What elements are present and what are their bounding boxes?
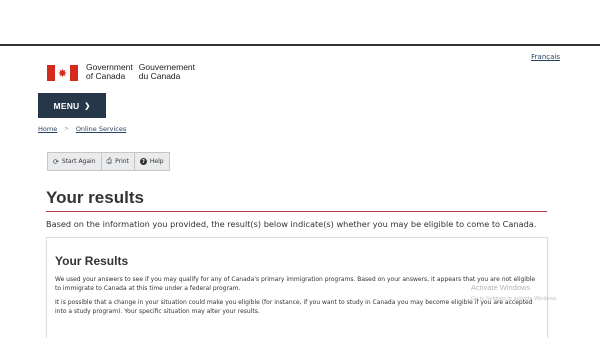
print-button[interactable]: ⎙ Print xyxy=(100,152,135,171)
language-toggle-link[interactable]: Français xyxy=(531,53,560,61)
menu-label: MENU xyxy=(53,100,80,111)
breadcrumb-separator: > xyxy=(64,126,69,132)
brand-english: Government of Canada xyxy=(86,62,133,81)
refresh-icon: ⟳ xyxy=(53,157,59,166)
brand-french: Gouvernement du Canada xyxy=(138,62,196,81)
breadcrumb-home[interactable]: Home xyxy=(38,125,57,133)
government-signature[interactable]: ✸ Government of Canada Gouvernement du C… xyxy=(47,63,195,81)
toolbar: ⟳ Start Again ⎙ Print ? Help xyxy=(47,152,170,171)
start-again-button[interactable]: ⟳ Start Again xyxy=(47,152,102,171)
results-paragraph-1: We used your answers to see if you may q… xyxy=(55,276,536,292)
breadcrumb-online-services[interactable]: Online Services xyxy=(76,125,126,133)
menu-button[interactable]: MENU ❯ xyxy=(38,93,106,118)
results-panel-title: Your Results xyxy=(55,254,129,268)
breadcrumb: Home > Online Services xyxy=(38,125,126,133)
chevron-down-icon: ❯ xyxy=(84,102,91,110)
top-rule xyxy=(0,44,600,46)
help-icon: ? xyxy=(139,158,147,165)
print-label: Print xyxy=(115,158,129,165)
start-again-label: Start Again xyxy=(61,158,96,165)
help-button[interactable]: ? Help xyxy=(133,152,170,171)
activate-windows-subtext: Go to Settings to activate Windows. xyxy=(471,296,558,302)
print-icon: ⎙ xyxy=(106,157,113,165)
canada-flag-icon: ✸ xyxy=(47,65,78,81)
activate-windows-watermark: Activate Windows xyxy=(471,283,531,292)
results-paragraph-2: It is possible that a change in your sit… xyxy=(55,299,533,315)
help-label: Help xyxy=(149,158,164,165)
page-title: Your results xyxy=(46,188,547,212)
intro-text: Based on the information you provided, t… xyxy=(46,219,537,229)
